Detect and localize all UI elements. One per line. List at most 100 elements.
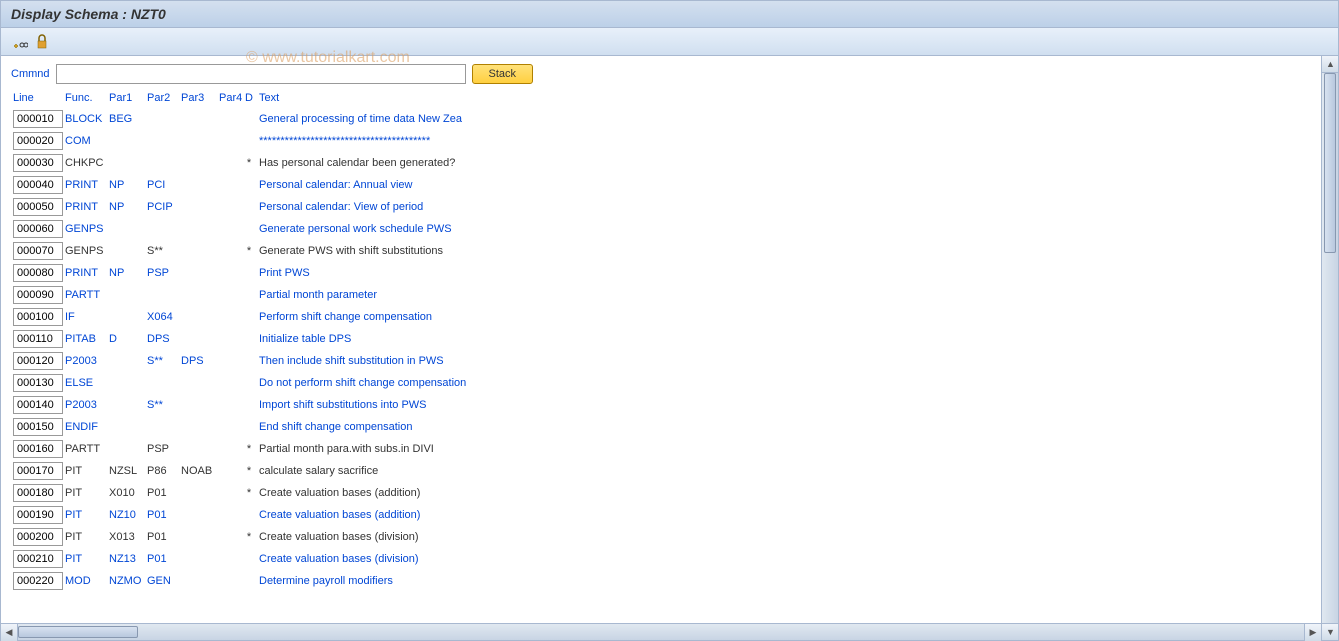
func-cell: PRINT (65, 201, 109, 213)
lock-icon[interactable] (33, 33, 51, 51)
scroll-down-arrow-icon[interactable]: ▼ (1322, 623, 1338, 640)
d-cell: * (241, 443, 257, 455)
app-window: Display Schema : NZT0 © www.tutorialkart… (0, 0, 1339, 641)
text-cell: Personal calendar: View of period (257, 201, 1311, 213)
header-par1: Par1 (109, 92, 147, 104)
func-cell: GENPS (65, 245, 109, 257)
schema-row: PRINTNPPCIPersonal calendar: Annual view (11, 174, 1311, 196)
par2-cell: P01 (147, 487, 181, 499)
func-cell: PIT (65, 487, 109, 499)
func-cell: ENDIF (65, 421, 109, 433)
text-cell: Import shift substitutions into PWS (257, 399, 1311, 411)
func-cell: COM (65, 135, 109, 147)
vertical-scrollbar[interactable]: ▲ ▼ (1321, 56, 1338, 640)
text-cell: Partial month para.with subs.in DIVI (257, 443, 1311, 455)
text-cell: General processing of time data New Zea (257, 113, 1311, 125)
par2-cell: P01 (147, 531, 181, 543)
schema-row: ELSE Do not perform shift change compensa… (11, 372, 1311, 394)
line-number-input[interactable] (13, 374, 63, 392)
text-cell: Has personal calendar been generated? (257, 157, 1311, 169)
schema-row: GENPSGenerate personal work schedule PWS (11, 218, 1311, 240)
text-cell: Create valuation bases (addition) (257, 509, 1311, 521)
line-number-input[interactable] (13, 484, 63, 502)
text-cell: Create valuation bases (division) (257, 553, 1311, 565)
d-cell: * (241, 245, 257, 257)
header-d: D (241, 92, 257, 104)
line-number-input[interactable] (13, 308, 63, 326)
schema-row: PITABDDPSInitialize table DPS (11, 328, 1311, 350)
line-number-input[interactable] (13, 506, 63, 524)
par2-cell: P01 (147, 509, 181, 521)
text-cell: Create valuation bases (division) (257, 531, 1311, 543)
par2-cell: X064 (147, 311, 181, 323)
func-cell: PRINT (65, 267, 109, 279)
header-func: Func. (65, 92, 109, 104)
command-row: Cmmnd Stack (11, 64, 1311, 84)
text-cell: calculate salary sacrifice (257, 465, 1311, 477)
par2-cell: PCI (147, 179, 181, 191)
text-cell: Perform shift change compensation (257, 311, 1311, 323)
schema-row: PITX013P01*Create valuation bases (divis… (11, 526, 1311, 548)
par1-cell: NP (109, 201, 147, 213)
text-cell: Generate personal work schedule PWS (257, 223, 1311, 235)
par2-cell: P01 (147, 553, 181, 565)
horizontal-scrollbar[interactable]: ◀ ▶ (1, 623, 1321, 640)
line-number-input[interactable] (13, 110, 63, 128)
scroll-up-arrow-icon[interactable]: ▲ (1322, 56, 1338, 73)
func-cell: MOD (65, 575, 109, 587)
par1-cell: NP (109, 267, 147, 279)
par2-cell: GEN (147, 575, 181, 587)
line-number-input[interactable] (13, 396, 63, 414)
line-number-input[interactable] (13, 220, 63, 238)
text-cell: Do not perform shift change compensation (257, 377, 1311, 389)
cmmnd-input[interactable] (56, 64, 466, 84)
line-number-input[interactable] (13, 198, 63, 216)
text-cell: Print PWS (257, 267, 1311, 279)
header-par4: Par4 (219, 92, 241, 104)
line-number-input[interactable] (13, 528, 63, 546)
stack-button[interactable]: Stack (472, 64, 534, 84)
line-number-input[interactable] (13, 132, 63, 150)
vertical-scroll-thumb[interactable] (1324, 73, 1336, 253)
func-cell: PIT (65, 531, 109, 543)
scroll-right-arrow-icon[interactable]: ▶ (1304, 624, 1321, 641)
func-cell: PIT (65, 465, 109, 477)
pencil-glasses-icon[interactable] (11, 33, 29, 51)
schema-row: PITNZ10P01Create valuation bases (additi… (11, 504, 1311, 526)
par2-cell: S** (147, 399, 181, 411)
text-cell: End shift change compensation (257, 421, 1311, 433)
line-number-input[interactable] (13, 572, 63, 590)
header-par2: Par2 (147, 92, 181, 104)
text-cell: Determine payroll modifiers (257, 575, 1311, 587)
main-content: Cmmnd Stack Line Func. Par1 Par2 Par3 Pa… (1, 56, 1321, 640)
line-number-input[interactable] (13, 330, 63, 348)
schema-row: P2003S**DPSThen include shift substituti… (11, 350, 1311, 372)
schema-row: PITNZ13P01Create valuation bases (divisi… (11, 548, 1311, 570)
func-cell: CHKPC (65, 157, 109, 169)
line-number-input[interactable] (13, 462, 63, 480)
line-number-input[interactable] (13, 242, 63, 260)
schema-row: ENDIF End shift change compensation (11, 416, 1311, 438)
line-number-input[interactable] (13, 550, 63, 568)
line-number-input[interactable] (13, 418, 63, 436)
line-number-input[interactable] (13, 264, 63, 282)
func-cell: P2003 (65, 355, 109, 367)
line-number-input[interactable] (13, 440, 63, 458)
par1-cell: X013 (109, 531, 147, 543)
window-title: Display Schema : NZT0 (11, 6, 166, 22)
horizontal-scroll-thumb[interactable] (18, 626, 138, 638)
content-area: Cmmnd Stack Line Func. Par1 Par2 Par3 Pa… (1, 56, 1338, 640)
func-cell: IF (65, 311, 109, 323)
schema-row: CHKPC*Has personal calendar been generat… (11, 152, 1311, 174)
par1-cell: NZMO (109, 575, 147, 587)
func-cell: P2003 (65, 399, 109, 411)
line-number-input[interactable] (13, 286, 63, 304)
func-cell: ELSE (65, 377, 109, 389)
line-number-input[interactable] (13, 176, 63, 194)
par2-cell: DPS (147, 333, 181, 345)
line-number-input[interactable] (13, 352, 63, 370)
scroll-left-arrow-icon[interactable]: ◀ (1, 624, 18, 641)
par2-cell: P86 (147, 465, 181, 477)
schema-row: PRINTNPPSPPrint PWS (11, 262, 1311, 284)
line-number-input[interactable] (13, 154, 63, 172)
